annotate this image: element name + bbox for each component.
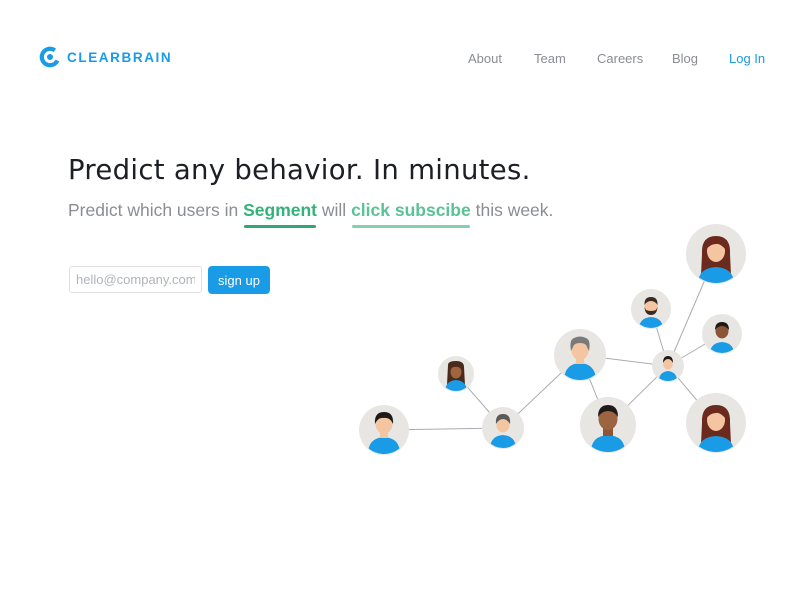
landing-page: CLEARBRAIN About Team Careers Blog Log I…: [0, 0, 800, 600]
signup-button[interactable]: sign up: [208, 266, 270, 294]
nav-careers[interactable]: Careers: [597, 51, 643, 66]
nav-team[interactable]: Team: [534, 51, 566, 66]
user-avatar-icon: [686, 224, 746, 284]
user-avatar-icon: [580, 397, 636, 453]
user-network-illustration: [359, 224, 746, 455]
nav-blog[interactable]: Blog: [672, 51, 698, 66]
user-avatar-icon: [652, 350, 684, 382]
subtitle-mid: will: [321, 200, 347, 220]
email-input[interactable]: [69, 266, 202, 293]
user-avatar-icon: [631, 289, 671, 329]
user-avatar-icon: [438, 356, 474, 392]
user-avatar-icon: [554, 329, 606, 381]
user-avatar-icon: [702, 314, 742, 354]
user-avatar-icon: [359, 405, 409, 455]
subtitle-prefix: Predict which users in: [68, 200, 239, 220]
user-avatar-icon: [686, 393, 746, 453]
highlight-action: click subscibe: [351, 200, 471, 228]
hero-subtitle: Predict which users in Segment will clic…: [68, 200, 554, 228]
nav-about[interactable]: About: [468, 51, 502, 66]
network-edges: [383, 253, 723, 431]
hero-title: Predict any behavior. In minutes.: [68, 154, 531, 186]
user-avatar-icon: [482, 407, 524, 449]
top-navigation: About Team Careers Blog Log In: [0, 51, 800, 67]
subtitle-suffix: this week.: [475, 200, 554, 220]
nav-login[interactable]: Log In: [729, 51, 765, 66]
highlight-segment: Segment: [243, 200, 317, 228]
